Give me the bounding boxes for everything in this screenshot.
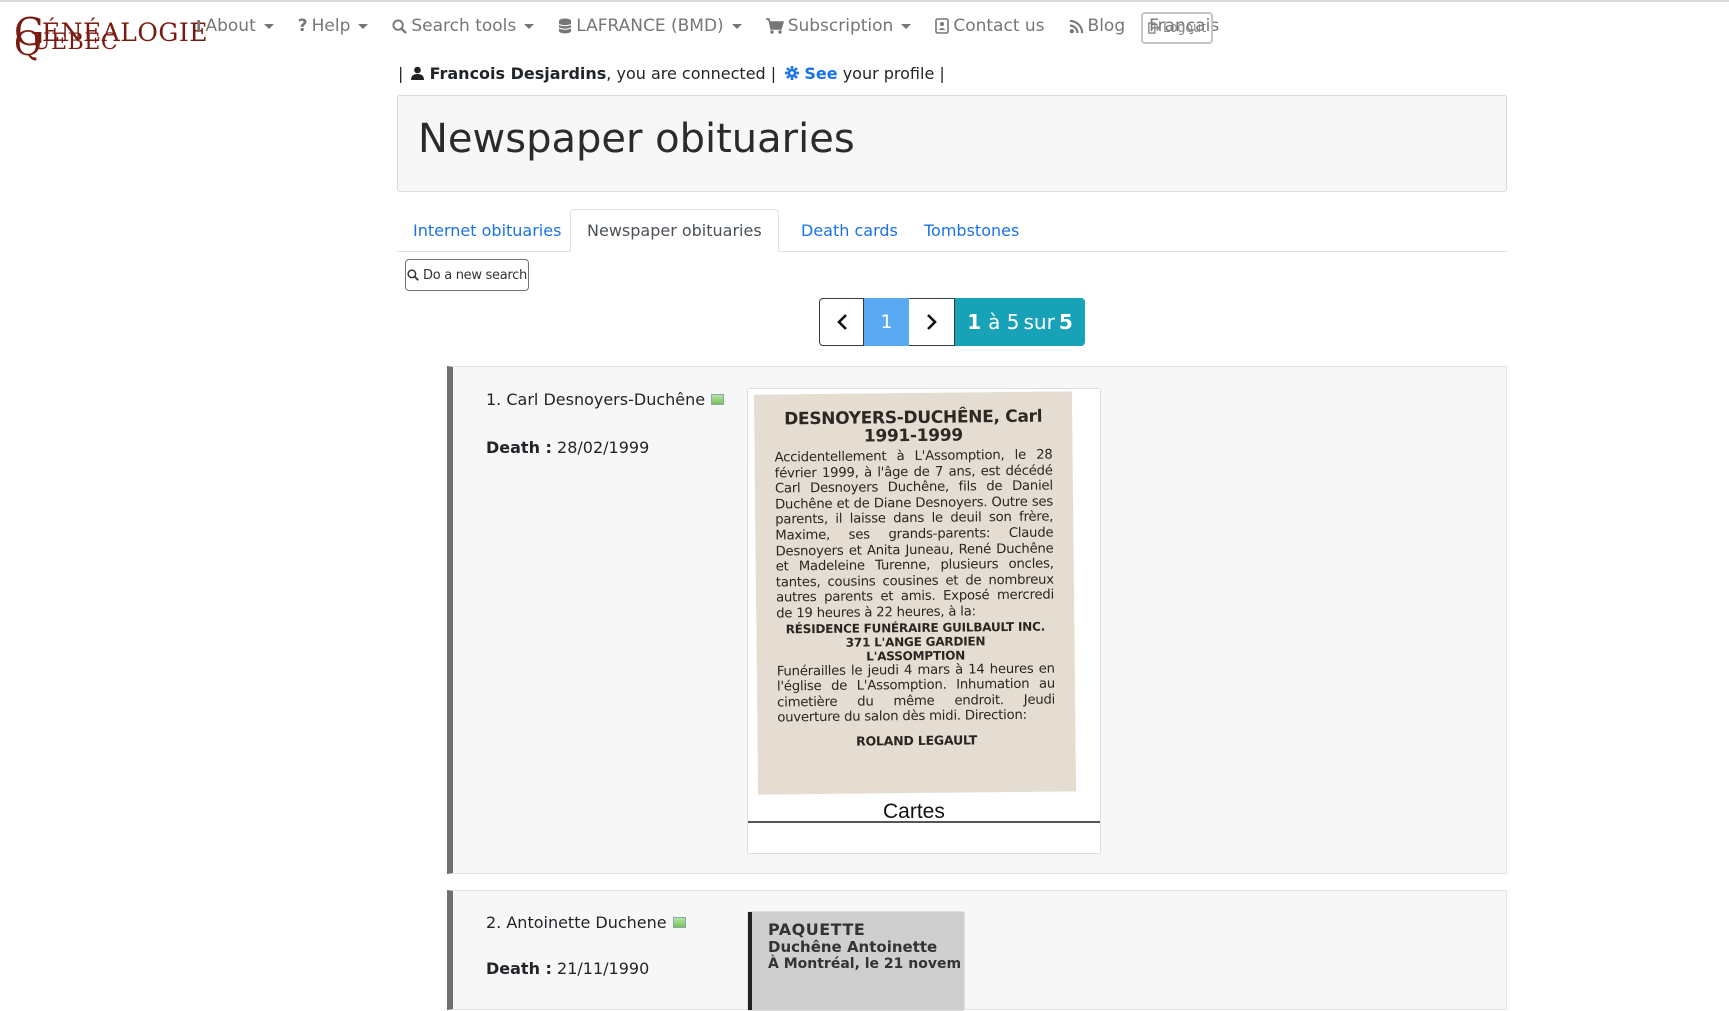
death-date: Death : 21/11/1990 — [486, 959, 650, 978]
rss-icon — [1069, 19, 1083, 33]
caret-down-icon — [901, 23, 912, 29]
pagination: 1 1 à 5 sur 5 — [819, 298, 1085, 346]
page-title: Newspaper obituaries — [418, 116, 855, 162]
obituary-tabs: Internet obituaries Newspaper obituaries… — [397, 209, 1507, 252]
result-card: 1. Carl Desnoyers-Duchêne Death : 28/02/… — [447, 366, 1507, 874]
logout-icon — [1148, 22, 1160, 34]
page-1-button[interactable]: 1 — [864, 298, 909, 346]
nav-help[interactable]: ? Help — [298, 16, 369, 36]
chevron-right-icon — [926, 314, 937, 330]
gear-icon — [785, 66, 800, 80]
site-logo[interactable]: GÉNÉALOGIE Q UEBEC — [14, 6, 207, 64]
result-card: 2. Antoinette Duchene Death : 21/11/1990… — [447, 890, 1507, 1011]
contact-icon — [935, 18, 950, 34]
death-date: Death : 28/02/1999 — [486, 438, 650, 457]
navbar: GÉNÉALOGIE Q UEBEC i About ? Help Search … — [0, 2, 1729, 64]
nav-about[interactable]: i About — [196, 16, 274, 36]
chevron-left-icon — [836, 314, 847, 330]
caret-down-icon — [263, 23, 274, 29]
result-name[interactable]: 2. Antoinette Duchene — [486, 913, 686, 932]
nav-subscription[interactable]: Subscription — [765, 16, 912, 36]
caret-down-icon — [358, 23, 369, 29]
next-page-button[interactable] — [909, 298, 955, 346]
nav-contact[interactable]: Contact us — [935, 16, 1045, 36]
image-icon — [711, 394, 725, 405]
results-range: 1 à 5 sur 5 — [955, 298, 1085, 346]
nav-lafrance[interactable]: LAFRANCE (BMD) — [558, 16, 742, 36]
cart-icon — [765, 18, 784, 34]
nav-search-tools[interactable]: Search tools — [392, 16, 535, 36]
user-status: | Francois Desjardins, you are connected… — [398, 64, 945, 83]
nav-blog[interactable]: Blog — [1069, 16, 1125, 36]
image-icon — [672, 917, 686, 928]
tab-newspaper-obituaries[interactable]: Newspaper obituaries — [570, 209, 779, 252]
user-name: Francois Desjardins — [429, 64, 607, 83]
caret-down-icon — [731, 23, 742, 29]
search-icon — [392, 18, 408, 34]
newspaper-clipping: DESNOYERS-DUCHÊNE, Carl 1991-1999 Accide… — [748, 389, 1100, 853]
obituary-thumbnail[interactable]: PAQUETTE Duchêne Antoinette À Montréal, … — [747, 911, 965, 1011]
nav-menu: i About ? Help Search tools LAFRANCE (BM… — [196, 16, 1219, 36]
logout-button[interactable]: Logout — [1141, 12, 1213, 44]
search-icon — [407, 269, 419, 281]
tab-tombstones[interactable]: Tombstones — [908, 209, 1035, 251]
prev-page-button[interactable] — [819, 298, 864, 346]
result-name[interactable]: 1. Carl Desnoyers-Duchêne — [486, 390, 725, 409]
caret-down-icon — [524, 23, 535, 29]
newspaper-clipping: PAQUETTE Duchêne Antoinette À Montréal, … — [748, 912, 964, 1010]
title-panel: Newspaper obituaries — [397, 95, 1507, 192]
database-icon — [559, 18, 572, 34]
question-icon: ? — [297, 16, 308, 36]
info-icon: i — [196, 16, 202, 36]
tab-internet-obituaries[interactable]: Internet obituaries — [397, 209, 577, 251]
user-icon — [411, 66, 425, 80]
see-profile-link[interactable]: See — [804, 64, 837, 83]
new-search-button[interactable]: Do a new search — [405, 259, 529, 291]
obituary-thumbnail[interactable]: DESNOYERS-DUCHÊNE, Carl 1991-1999 Accide… — [747, 388, 1101, 854]
tab-death-cards[interactable]: Death cards — [785, 209, 914, 251]
